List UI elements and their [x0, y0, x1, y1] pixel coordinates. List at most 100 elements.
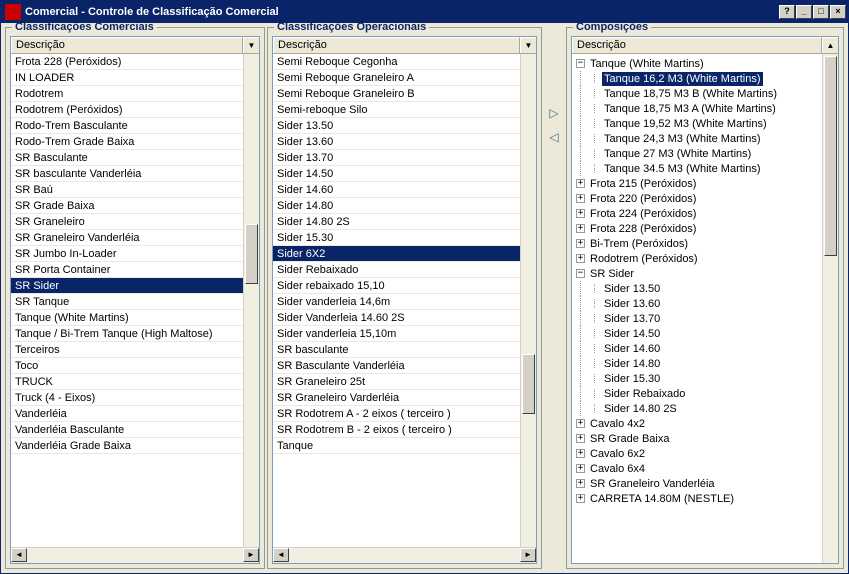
list-item[interactable]: Semi Reboque Graneleiro B [273, 86, 520, 102]
tree-leaf[interactable]: Tanque 18,75 M3 B (White Martins) [572, 86, 822, 101]
list-item[interactable]: Vanderléia [11, 406, 243, 422]
close-button[interactable]: × [830, 5, 846, 19]
column-descricao[interactable]: Descrição [273, 37, 520, 53]
list-item[interactable]: SR Rodotrem B - 2 eixos ( terceiro ) [273, 422, 520, 438]
scroll-left-icon[interactable]: ◄ [273, 548, 289, 562]
scrollbar-vertical[interactable] [243, 54, 259, 547]
list-item[interactable]: Vanderléia Basculante [11, 422, 243, 438]
list-item[interactable]: TRUCK [11, 374, 243, 390]
tree-node[interactable]: +SR Grade Baixa [572, 431, 822, 446]
list-item[interactable]: Sider 14.80 2S [273, 214, 520, 230]
minimize-button[interactable]: _ [796, 5, 812, 19]
tree-leaf[interactable]: Sider Rebaixado [572, 386, 822, 401]
list-item[interactable]: Tanque [273, 438, 520, 454]
scrollbar-vertical[interactable] [822, 54, 838, 563]
list-item[interactable]: Sider 14.50 [273, 166, 520, 182]
tree-leaf-label[interactable]: Tanque 24,3 M3 (White Martins) [602, 132, 763, 146]
tree-node[interactable]: +SR Graneleiro Vanderléia [572, 476, 822, 491]
list-item[interactable]: SR Grade Baixa [11, 198, 243, 214]
scrollbar-thumb[interactable] [824, 56, 837, 256]
list-item[interactable]: SR Graneleiro [11, 214, 243, 230]
list-item[interactable]: Sider Rebaixado [273, 262, 520, 278]
list-item[interactable]: SR Baú [11, 182, 243, 198]
tree-leaf[interactable]: Tanque 18,75 M3 A (White Martins) [572, 101, 822, 116]
tree-node-label[interactable]: CARRETA 14.80M (NESTLE) [588, 492, 736, 506]
tree-leaf[interactable]: Sider 13.70 [572, 311, 822, 326]
tree-node[interactable]: +Frota 220 (Peróxidos) [572, 191, 822, 206]
scrollbar-thumb[interactable] [245, 224, 258, 284]
tree-node[interactable]: +Cavalo 6x4 [572, 461, 822, 476]
tree-composicoes[interactable]: Descrição ▲ −Tanque (White Martins)Tanqu… [571, 36, 839, 564]
tree-node[interactable]: +Frota 215 (Peróxidos) [572, 176, 822, 191]
list-item[interactable]: Semi Reboque Graneleiro A [273, 70, 520, 86]
tree-node-label[interactable]: Cavalo 4x2 [588, 417, 647, 431]
tree-leaf[interactable]: Sider 14.80 [572, 356, 822, 371]
scroll-right-icon[interactable]: ► [520, 548, 536, 562]
tree-node[interactable]: −Tanque (White Martins) [572, 56, 822, 71]
expand-icon[interactable]: + [576, 419, 585, 428]
list-comerciais-header[interactable]: Descrição ▼ [11, 37, 259, 54]
list-item[interactable]: Toco [11, 358, 243, 374]
list-item[interactable]: Sider 13.70 [273, 150, 520, 166]
tree-node[interactable]: +Frota 224 (Peróxidos) [572, 206, 822, 221]
list-item[interactable]: Semi-reboque Silo [273, 102, 520, 118]
list-item[interactable]: SR Rodotrem A - 2 eixos ( terceiro ) [273, 406, 520, 422]
list-item[interactable]: SR Porta Container [11, 262, 243, 278]
scrollbar-thumb[interactable] [522, 354, 535, 414]
tree-node[interactable]: +Rodotrem (Peróxidos) [572, 251, 822, 266]
expand-icon[interactable]: + [576, 449, 585, 458]
list-item[interactable]: Terceiros [11, 342, 243, 358]
tree-node-label[interactable]: Frota 228 (Peróxidos) [588, 222, 698, 236]
list-item[interactable]: Tanque / Bi-Trem Tanque (High Maltose) [11, 326, 243, 342]
list-item[interactable]: Sider 14.80 [273, 198, 520, 214]
list-operacionais-header[interactable]: Descrição ▼ [273, 37, 536, 54]
tree-leaf-label[interactable]: Tanque 18,75 M3 B (White Martins) [602, 87, 779, 101]
tree-leaf-label[interactable]: Sider 13.60 [602, 297, 662, 311]
tree-node-label[interactable]: Frota 215 (Peróxidos) [588, 177, 698, 191]
tree-node[interactable]: +Cavalo 6x2 [572, 446, 822, 461]
tree-node-label[interactable]: Frota 220 (Peróxidos) [588, 192, 698, 206]
tree-leaf-label[interactable]: Sider 13.70 [602, 312, 662, 326]
tree-leaf[interactable]: Sider 14.80 2S [572, 401, 822, 416]
tree-header[interactable]: Descrição ▲ [572, 37, 838, 54]
tree-node-label[interactable]: Cavalo 6x2 [588, 447, 647, 461]
list-item[interactable]: Vanderléia Grade Baixa [11, 438, 243, 454]
collapse-icon[interactable]: − [576, 269, 585, 278]
list-item[interactable]: Rodo-Trem Basculante [11, 118, 243, 134]
help-button[interactable]: ? [779, 5, 795, 19]
list-item[interactable]: Sider rebaixado 15,10 [273, 278, 520, 294]
list-item[interactable]: Sider vanderleia 14,6m [273, 294, 520, 310]
tree-node-label[interactable]: Rodotrem (Peróxidos) [588, 252, 700, 266]
scrollbar-vertical[interactable] [520, 54, 536, 547]
tree-leaf-label[interactable]: Sider 14.50 [602, 327, 662, 341]
list-item[interactable]: Rodo-Trem Grade Baixa [11, 134, 243, 150]
list-item[interactable]: SR Jumbo In-Loader [11, 246, 243, 262]
list-item[interactable]: Rodotrem [11, 86, 243, 102]
tree-leaf[interactable]: Tanque 24,3 M3 (White Martins) [572, 131, 822, 146]
tree-node[interactable]: +Frota 228 (Peróxidos) [572, 221, 822, 236]
list-item[interactable]: Sider 6X2 [273, 246, 520, 262]
list-item[interactable]: Sider 13.50 [273, 118, 520, 134]
tree-leaf[interactable]: Tanque 27 M3 (White Martins) [572, 146, 822, 161]
tree-leaf[interactable]: Tanque 16,2 M3 (White Martins) [572, 71, 822, 86]
column-sort-icon[interactable]: ▲ [822, 37, 838, 53]
tree-leaf[interactable]: Sider 13.60 [572, 296, 822, 311]
tree-leaf-label[interactable]: Sider 15.30 [602, 372, 662, 386]
expand-icon[interactable]: + [576, 254, 585, 263]
tree-leaf-label[interactable]: Sider Rebaixado [602, 387, 687, 401]
list-item[interactable]: Sider 13.60 [273, 134, 520, 150]
tree-leaf[interactable]: Tanque 34.5 M3 (White Martins) [572, 161, 822, 176]
tree-leaf[interactable]: Sider 14.60 [572, 341, 822, 356]
list-item[interactable]: SR Sider [11, 278, 243, 294]
list-item[interactable]: Sider 15.30 [273, 230, 520, 246]
list-item[interactable]: Tanque (White Martins) [11, 310, 243, 326]
move-right-button[interactable]: ▷ [547, 107, 561, 121]
tree-leaf-label[interactable]: Tanque 34.5 M3 (White Martins) [602, 162, 763, 176]
tree-leaf-label[interactable]: Sider 14.80 2S [602, 402, 679, 416]
tree-node-label[interactable]: Frota 224 (Peróxidos) [588, 207, 698, 221]
list-item[interactable]: SR Graneleiro Vanderléia [11, 230, 243, 246]
list-item[interactable]: Sider 14.60 [273, 182, 520, 198]
tree-node-label[interactable]: SR Sider [588, 267, 636, 281]
expand-icon[interactable]: + [576, 194, 585, 203]
list-item[interactable]: Truck (4 - Eixos) [11, 390, 243, 406]
